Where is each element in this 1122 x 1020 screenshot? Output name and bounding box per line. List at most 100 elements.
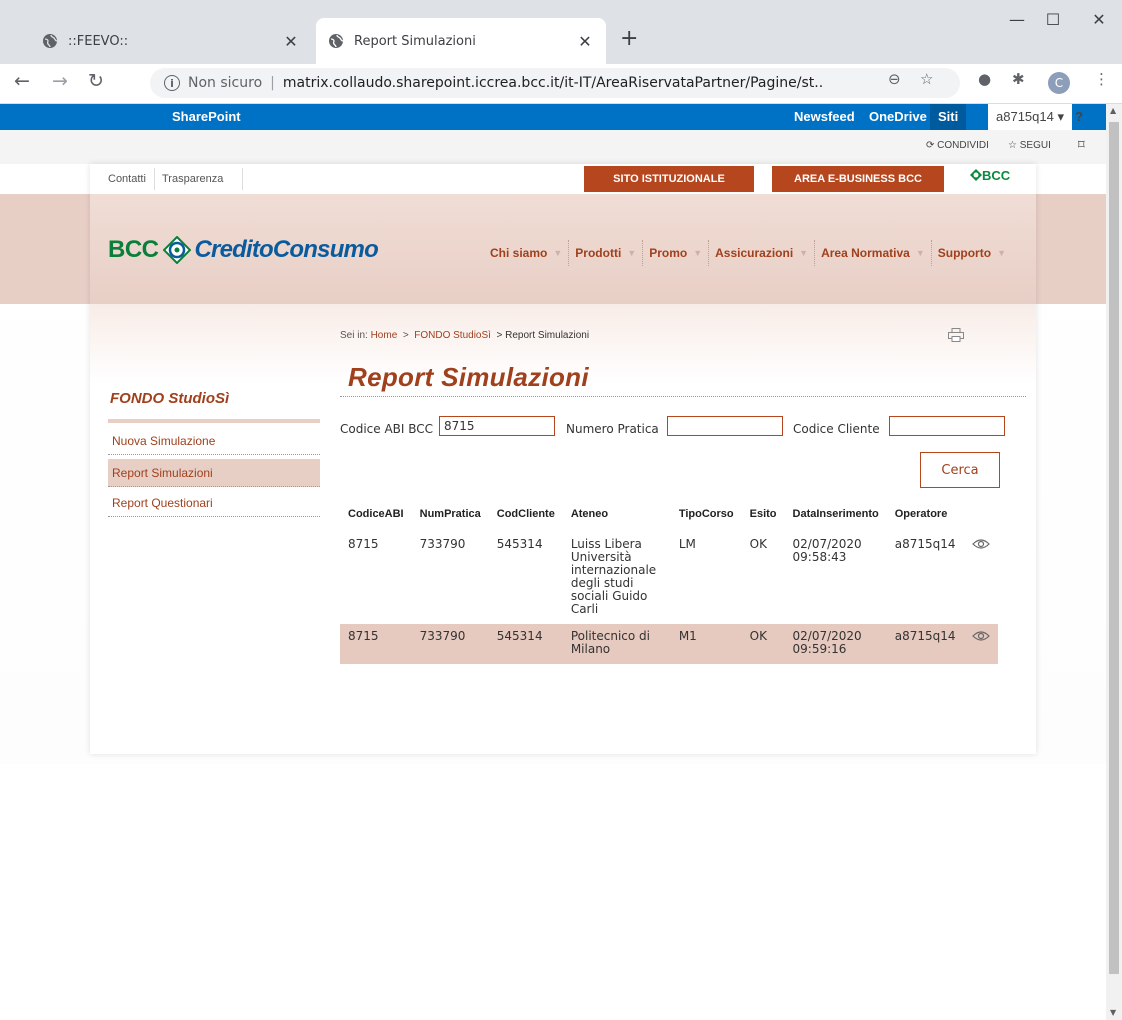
cell-actions <box>964 532 998 624</box>
scroll-thumb[interactable] <box>1109 122 1119 974</box>
profile-avatar[interactable]: C <box>1048 72 1070 94</box>
trasparenza-link[interactable]: Trasparenza <box>162 173 223 185</box>
creditoconsumo-logo[interactable]: BCC CreditoConsumo <box>108 230 379 270</box>
cliente-label: Codice Cliente <box>793 422 880 436</box>
logo-bcc-text: BCC <box>108 236 159 263</box>
globe-icon <box>43 34 58 48</box>
forward-icon[interactable]: → <box>48 70 72 92</box>
sharepoint-ribbon: ⟳ CONDIVIDI ☆ SEGUI ⌑ <box>0 130 1106 164</box>
abi-label: Codice ABI BCC <box>340 422 434 436</box>
page-title: Report Simulazioni <box>348 362 589 392</box>
cell-actions <box>963 624 998 664</box>
table-row: 8715 733790 545314 Politecnico di Milano… <box>340 624 998 664</box>
share-action[interactable]: ⟳ CONDIVIDI <box>926 140 989 151</box>
column-header: CodiceABI <box>348 508 404 520</box>
cell-cliente: 545314 <box>488 624 563 664</box>
cell-data: 02/07/2020 09:58:43 <box>792 537 862 564</box>
browser-tab-report[interactable]: Report Simulazioni ✕ <box>316 18 606 64</box>
menu-label: Area Normativa <box>821 246 910 260</box>
new-tab-button[interactable]: + <box>620 26 638 51</box>
abi-input[interactable] <box>439 416 555 436</box>
address-separator: | <box>270 75 275 91</box>
sidebar-item-nuova-simulazione[interactable]: Nuova Simulazione <box>108 427 320 455</box>
cell-corso: LM <box>678 537 696 551</box>
main-menu: Chi siamo ▼ Prodotti ▼ Promo ▼ Assicurazion… <box>484 240 1012 266</box>
tab-title: Report Simulazioni <box>354 33 476 49</box>
contatti-link[interactable]: Contatti <box>108 173 146 185</box>
sharepoint-brand[interactable]: SharePoint <box>172 109 241 124</box>
scroll-up-icon[interactable]: ▲ <box>1110 106 1116 115</box>
menu-supporto[interactable]: Supporto ▼ <box>932 240 1012 266</box>
close-window-button[interactable]: ✕ <box>1076 10 1122 40</box>
browser-tabstrip: ::FEEVO:: ✕ Report Simulazioni ✕ + — ☐ ✕ <box>0 0 1122 64</box>
cell-data: 02/07/2020 09:59:16 <box>784 624 887 664</box>
pratica-label: Numero Pratica <box>566 422 659 436</box>
sidebar-item-report-questionari[interactable]: Report Questionari <box>108 489 320 517</box>
pratica-input[interactable] <box>667 416 783 436</box>
menu-label: Supporto <box>937 246 992 260</box>
user-menu[interactable]: a8715q14 ▾ <box>988 104 1072 130</box>
follow-action[interactable]: ☆ SEGUI <box>1008 140 1051 151</box>
eye-icon[interactable] <box>971 630 990 642</box>
sharepoint-suite-bar: SharePoint Newsfeed OneDrive Siti a8715q… <box>0 104 1106 130</box>
column-header: NumPratica <box>419 508 481 520</box>
chevron-down-icon: ▼ <box>553 248 563 258</box>
opera-extension-icon[interactable]: ● <box>978 70 991 88</box>
print-icon[interactable] <box>948 328 964 342</box>
chevron-down-icon: ▼ <box>627 248 637 258</box>
menu-label: Promo <box>649 246 688 260</box>
breadcrumb-section[interactable]: FONDO StudioSì <box>414 330 491 341</box>
extension-icon[interactable]: ✱ <box>1012 70 1025 88</box>
help-icon[interactable]: ? <box>1075 109 1083 124</box>
breadcrumb-prefix: Sei in: <box>340 330 368 341</box>
tab-title: ::FEEVO:: <box>68 33 129 49</box>
bcc-emblem-icon <box>970 169 982 181</box>
scroll-down-icon[interactable]: ▼ <box>1110 1008 1116 1017</box>
security-label: Non sicuro <box>188 75 263 91</box>
sidebar-item-report-simulazioni[interactable]: Report Simulazioni <box>108 459 320 487</box>
menu-label: Assicurazioni <box>715 246 794 260</box>
cell-esito: OK <box>749 537 767 551</box>
siti-link[interactable]: Siti <box>930 104 967 130</box>
sito-istituzionale-button[interactable]: SITO ISTITUZIONALE <box>584 166 754 192</box>
bcc-logo-small[interactable]: BCC <box>970 168 1010 183</box>
results-table: CodiceABI NumPratica CodCliente Ateneo T… <box>340 500 998 664</box>
menu-chi-siamo[interactable]: Chi siamo ▼ <box>484 240 570 266</box>
close-icon[interactable]: ✕ <box>282 32 300 51</box>
site-top-nav: Contatti Trasparenza SITO ISTITUZIONALE … <box>90 164 1036 194</box>
menu-prodotti[interactable]: Prodotti ▼ <box>569 240 644 266</box>
page-scrollbar[interactable]: ▲ ▼ <box>1106 104 1122 1020</box>
cell-operatore: a8715q14 <box>894 537 956 551</box>
onedrive-link[interactable]: OneDrive <box>869 109 927 124</box>
chevron-down-icon: ▼ <box>799 248 809 258</box>
zoom-icon[interactable]: ⊖ <box>888 70 901 88</box>
menu-assicurazioni[interactable]: Assicurazioni ▼ <box>709 240 816 266</box>
address-bar[interactable]: i Non sicuro | matrix.collaudo.sharepoin… <box>150 68 960 98</box>
eye-icon[interactable] <box>971 538 990 550</box>
chevron-down-icon: ▼ <box>997 248 1006 258</box>
menu-area-normativa[interactable]: Area Normativa ▼ <box>815 240 932 266</box>
column-header: TipoCorso <box>678 508 734 520</box>
search-button[interactable]: Cerca <box>920 452 1000 488</box>
focus-icon[interactable]: ⌑ <box>1078 137 1085 153</box>
logo-brand-text: CreditoConsumo <box>194 236 379 263</box>
cliente-input[interactable] <box>889 416 1005 436</box>
menu-promo[interactable]: Promo ▼ <box>643 240 710 266</box>
back-icon[interactable]: ← <box>10 70 34 92</box>
close-icon[interactable]: ✕ <box>576 32 594 51</box>
title-divider <box>340 396 1026 397</box>
browser-tab-feevo[interactable]: ::FEEVO:: ✕ <box>30 18 312 64</box>
area-ebusiness-button[interactable]: AREA E-BUSINESS BCC <box>772 166 944 192</box>
breadcrumb: Sei in: Home > FONDO StudioSì > Report S… <box>340 330 589 341</box>
newsfeed-link[interactable]: Newsfeed <box>794 109 855 124</box>
menu-icon[interactable]: ⋮ <box>1094 70 1109 88</box>
star-icon[interactable]: ☆ <box>920 70 933 88</box>
column-header: Operatore <box>894 508 948 520</box>
reload-icon[interactable]: ↻ <box>84 70 108 92</box>
follow-star-icon: ☆ <box>1008 140 1020 151</box>
info-icon[interactable]: i <box>164 75 180 91</box>
breadcrumb-separator: > <box>402 330 409 341</box>
maximize-button[interactable]: ☐ <box>1030 10 1076 40</box>
column-header: Ateneo <box>570 508 609 520</box>
breadcrumb-home[interactable]: Home <box>371 330 398 341</box>
